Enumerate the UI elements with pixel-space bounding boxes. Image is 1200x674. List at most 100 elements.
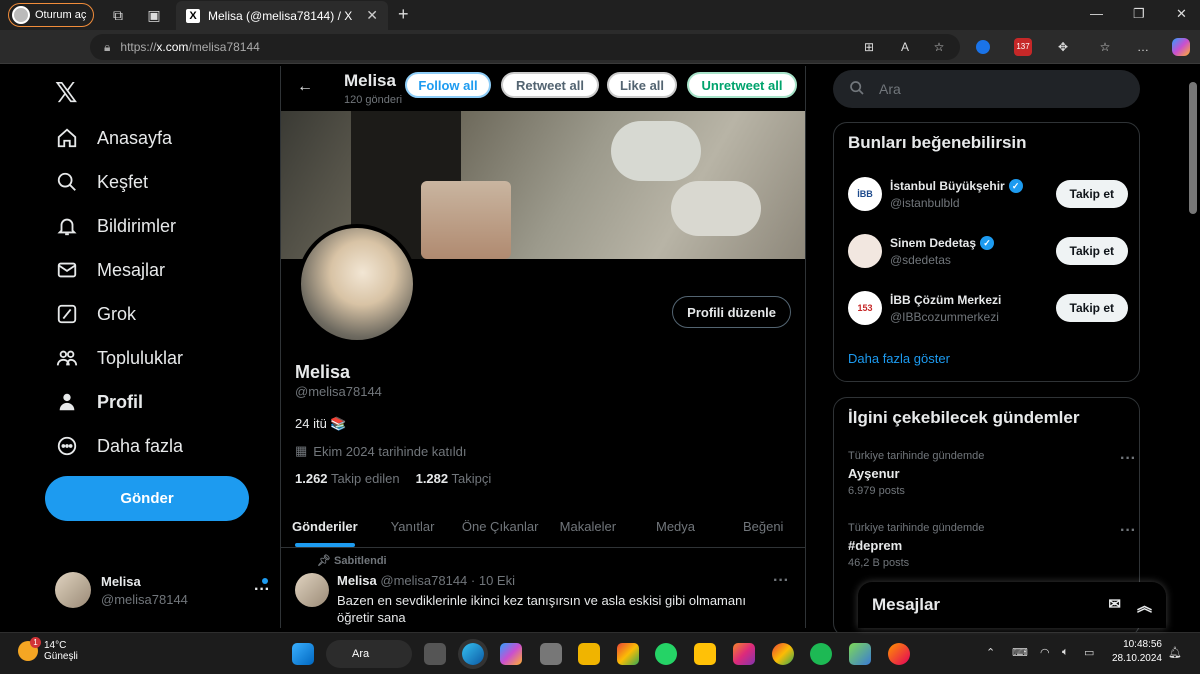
browser-titlebar: Oturum aç ⧉ ▣ X Melisa (@melisa78144) / … <box>0 0 1200 30</box>
trends-title: İlgini çekebilecek gündemler <box>848 408 1080 427</box>
follow-button[interactable]: Takip et <box>1055 237 1128 265</box>
read-aloud-icon[interactable]: A <box>896 38 914 56</box>
expand-icon[interactable]: ︽ <box>1137 595 1152 616</box>
trend-more-icon[interactable]: ··· <box>1120 450 1136 468</box>
copilot-taskbar-icon[interactable] <box>500 643 522 665</box>
settings-more-icon[interactable]: … <box>1134 38 1152 56</box>
new-message-icon[interactable]: ✉ <box>1108 595 1121 616</box>
page-scrollbar[interactable] <box>1189 82 1197 214</box>
tab-articles[interactable]: Makaleler <box>544 506 632 547</box>
store-icon[interactable] <box>540 643 562 665</box>
notification-bell-icon[interactable]: 🔔︎ <box>1168 646 1182 659</box>
workspaces-icon[interactable]: ⧉ <box>110 7 126 23</box>
account-switcher[interactable]: Melisa @melisa78144 ··· <box>55 572 270 608</box>
edit-profile-button[interactable]: Profili düzenle <box>672 296 791 328</box>
extension-icon[interactable] <box>976 40 990 54</box>
weather-widget[interactable]: 1 14°C Güneşli <box>18 637 78 662</box>
communities-icon <box>55 346 79 370</box>
new-tab-icon[interactable]: + <box>398 4 409 25</box>
close-tab-icon[interactable]: ✕ <box>366 7 378 24</box>
system-clock[interactable]: 10:48:56 28.10.2024 <box>1112 638 1162 666</box>
instagram-icon[interactable] <box>733 643 755 665</box>
tab-highlights[interactable]: Öne Çıkanlar <box>456 506 544 547</box>
whatsapp-icon[interactable] <box>655 643 677 665</box>
extensions-puzzle-icon[interactable]: ✥ <box>1054 38 1072 56</box>
maximize-icon[interactable]: ❐ <box>1133 6 1145 22</box>
tab-posts[interactable]: Gönderiler <box>281 506 369 547</box>
suggestion-item[interactable]: Sinem Dedetaş ✓ @sdedetas Takip et <box>848 234 1128 268</box>
tab-actions-icon[interactable]: ▣ <box>146 7 162 23</box>
show-more-link[interactable]: Daha fazla göster <box>848 351 950 366</box>
wifi-icon[interactable]: ◠ <box>1040 646 1050 659</box>
favorite-star-icon[interactable]: ☆ <box>930 38 948 56</box>
follow-button[interactable]: Takip et <box>1055 294 1128 322</box>
messages-drawer-title: Mesajlar <box>872 595 941 614</box>
tweet-avatar[interactable] <box>295 573 329 607</box>
x-logo-icon[interactable]: 𝕏 <box>55 76 78 109</box>
close-window-icon[interactable]: ✕ <box>1176 6 1187 22</box>
extension-badge-icon[interactable]: 137 <box>1014 38 1032 56</box>
taskbar-search[interactable]: Ara <box>326 640 412 668</box>
nav-grok[interactable]: Grok <box>55 294 136 334</box>
nav-communities[interactable]: Topluluklar <box>55 338 183 378</box>
nav-notifications[interactable]: Bildirimler <box>55 206 176 246</box>
volume-icon[interactable]: 🔈︎ <box>1062 646 1069 659</box>
messages-drawer[interactable]: Mesajlar ✉ ︽ <box>858 582 1166 628</box>
trend-context: Türkiye tarihinde gündemde <box>848 522 985 534</box>
nav-more[interactable]: Daha fazla <box>55 426 183 466</box>
follow-button[interactable]: Takip et <box>1055 180 1128 208</box>
trend-more-icon[interactable]: ··· <box>1120 522 1136 540</box>
url-prefix: https:// <box>120 40 157 54</box>
copilot-icon[interactable] <box>1172 38 1190 56</box>
edge-icon[interactable] <box>462 643 484 665</box>
profile-avatar[interactable] <box>297 224 417 344</box>
unretweet-all-button[interactable]: Unretweet all <box>687 72 797 98</box>
like-all-button[interactable]: Like all <box>607 72 677 98</box>
nav-home[interactable]: Anasayfa <box>55 118 172 158</box>
main-column: ← Melisa 120 gönderi Follow all Retweet … <box>280 66 806 628</box>
firefox-icon[interactable] <box>888 643 910 665</box>
app-available-icon[interactable]: ⊞ <box>860 38 878 56</box>
active-tab[interactable]: X Melisa (@melisa78144) / X ✕ <box>176 1 388 30</box>
favorites-icon[interactable]: ☆ <box>1096 38 1114 56</box>
suggestion-item[interactable]: İBB İstanbul Büyükşehir ✓ @istanbulbld Ta… <box>848 177 1128 211</box>
following-link[interactable]: 1.262 Takip edilen <box>295 471 400 486</box>
nav-messages[interactable]: Mesajlar <box>55 250 165 290</box>
nav-profile[interactable]: Profil <box>55 382 143 422</box>
chrome-profile-icon[interactable] <box>617 643 639 665</box>
trend-item[interactable]: Türkiye tarihinde gündemde Ayşenur 6.979… <box>848 450 1136 497</box>
browser-profile-button[interactable]: Oturum aç <box>8 3 94 27</box>
followers-link[interactable]: 1.282 Takipçi <box>416 471 492 486</box>
battery-icon[interactable]: ▭ <box>1084 646 1094 659</box>
bluestacks-icon[interactable] <box>849 643 871 665</box>
notes-icon[interactable] <box>694 643 716 665</box>
windows-taskbar: 1 14°C Güneşli Ara ⌃ ⌨ ◠ 🔈︎ ▭ 10:48:56 28… <box>0 632 1200 674</box>
file-explorer-icon[interactable] <box>578 643 600 665</box>
tab-replies[interactable]: Yanıtlar <box>369 506 457 547</box>
nav-explore[interactable]: Keşfet <box>55 162 148 202</box>
search-box[interactable]: Ara <box>833 70 1140 108</box>
start-icon[interactable] <box>292 643 314 665</box>
retweet-all-button[interactable]: Retweet all <box>501 72 599 98</box>
follow-all-button[interactable]: Follow all <box>405 72 491 98</box>
spotify-icon[interactable] <box>810 643 832 665</box>
task-view-icon[interactable] <box>424 643 446 665</box>
suggestion-item[interactable]: 153 İBB Çözüm Merkezi @IBBcozummerkezi T… <box>848 291 1128 325</box>
verified-icon: ✓ <box>980 235 995 250</box>
more-circle-icon <box>55 434 79 458</box>
minimize-icon[interactable]: — <box>1090 6 1103 21</box>
account-name: Melisa <box>101 573 141 589</box>
profile-handle: @melisa78144 <box>295 384 382 399</box>
address-bar[interactable]: 🔒︎ https://x.com/melisa78144 <box>90 34 960 60</box>
trend-item[interactable]: Türkiye tarihinde gündemde #deprem 46,2 … <box>848 522 1136 569</box>
back-arrow-icon[interactable]: ← <box>297 78 313 96</box>
tweet-author-name[interactable]: Melisa <box>337 573 377 588</box>
grok-icon <box>55 302 79 326</box>
tab-media[interactable]: Medya <box>632 506 720 547</box>
post-button[interactable]: Gönder <box>45 476 249 521</box>
keyboard-icon[interactable]: ⌨ <box>1012 646 1028 659</box>
tweet-more-icon[interactable]: ··· <box>773 572 789 590</box>
chrome-icon[interactable] <box>772 643 794 665</box>
tab-likes[interactable]: Beğeni <box>719 506 805 547</box>
tray-chevron-icon[interactable]: ⌃ <box>986 646 995 659</box>
